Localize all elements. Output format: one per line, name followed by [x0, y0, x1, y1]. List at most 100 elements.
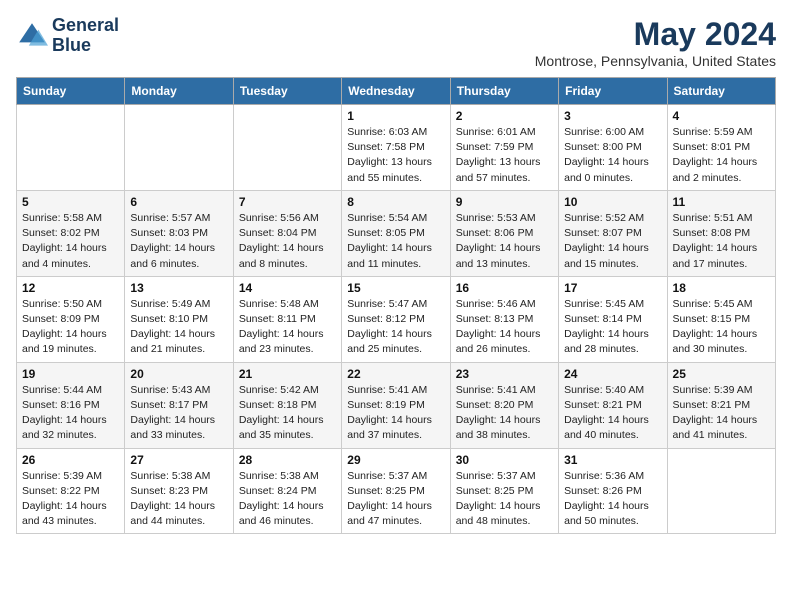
calendar-header-cell: Saturday: [667, 78, 775, 105]
day-info: Sunrise: 5:53 AMSunset: 8:06 PMDaylight:…: [456, 211, 553, 272]
day-info: Sunrise: 5:36 AMSunset: 8:26 PMDaylight:…: [564, 469, 661, 530]
calendar-cell: 28 Sunrise: 5:38 AMSunset: 8:24 PMDayligh…: [233, 448, 341, 534]
logo-text: General Blue: [52, 16, 119, 56]
day-number: 1: [347, 109, 444, 123]
day-info: Sunrise: 5:39 AMSunset: 8:21 PMDaylight:…: [673, 383, 770, 444]
day-info: Sunrise: 5:41 AMSunset: 8:20 PMDaylight:…: [456, 383, 553, 444]
calendar-cell: 19Sunrise: 5:44 AMSunset: 8:16 PMDayligh…: [17, 362, 125, 448]
day-info: Sunrise: 6:01 AMSunset: 7:59 PMDaylight:…: [456, 125, 553, 186]
day-number: 19: [22, 367, 119, 381]
day-info: Sunrise: 5:38 AMSunset: 8:23 PMDaylight:…: [130, 469, 227, 530]
day-number: 29: [347, 453, 444, 467]
calendar-header-cell: Wednesday: [342, 78, 450, 105]
day-info: Sunrise: 5:48 AMSunset: 8:11 PMDaylight:…: [239, 297, 336, 358]
day-number: 21: [239, 367, 336, 381]
day-number: 7: [239, 195, 336, 209]
day-info: Sunrise: 5:39 AMSunset: 8:22 PMDaylight:…: [22, 469, 119, 530]
calendar-cell: 4Sunrise: 5:59 AMSunset: 8:01 PMDaylight…: [667, 105, 775, 191]
calendar-week-row: 26 Sunrise: 5:39 AMSunset: 8:22 PMDayligh…: [17, 448, 776, 534]
day-info: Sunrise: 5:43 AMSunset: 8:17 PMDaylight:…: [130, 383, 227, 444]
calendar-body: 1 Sunrise: 6:03 AMSunset: 7:58 PMDaylight…: [17, 105, 776, 534]
title-block: May 2024 Montrose, Pennsylvania, United …: [535, 16, 776, 69]
calendar-cell: 18 Sunrise: 5:45 AMSunset: 8:15 PMDayligh…: [667, 276, 775, 362]
calendar-cell: 31 Sunrise: 5:36 AMSunset: 8:26 PMDayligh…: [559, 448, 667, 534]
calendar-cell: 16 Sunrise: 5:46 AMSunset: 8:13 PMDayligh…: [450, 276, 558, 362]
calendar-cell: 6 Sunrise: 5:57 AMSunset: 8:03 PMDaylight…: [125, 190, 233, 276]
day-number: 14: [239, 281, 336, 295]
calendar-cell: 8 Sunrise: 5:54 AMSunset: 8:05 PMDaylight…: [342, 190, 450, 276]
calendar-week-row: 5 Sunrise: 5:58 AMSunset: 8:02 PMDaylight…: [17, 190, 776, 276]
calendar-cell: [17, 105, 125, 191]
day-info: Sunrise: 5:46 AMSunset: 8:13 PMDaylight:…: [456, 297, 553, 358]
day-number: 20: [130, 367, 227, 381]
calendar-cell: 25 Sunrise: 5:39 AMSunset: 8:21 PMDayligh…: [667, 362, 775, 448]
day-number: 31: [564, 453, 661, 467]
calendar-cell: [233, 105, 341, 191]
day-info: Sunrise: 5:45 AMSunset: 8:14 PMDaylight:…: [564, 297, 661, 358]
day-info: Sunrise: 5:56 AMSunset: 8:04 PMDaylight:…: [239, 211, 336, 272]
day-number: 23: [456, 367, 553, 381]
day-number: 12: [22, 281, 119, 295]
day-info: Sunrise: 5:37 AMSunset: 8:25 PMDaylight:…: [456, 469, 553, 530]
day-number: 15: [347, 281, 444, 295]
day-number: 6: [130, 195, 227, 209]
day-number: 28: [239, 453, 336, 467]
day-info: Sunrise: 5:54 AMSunset: 8:05 PMDaylight:…: [347, 211, 444, 272]
day-number: 18: [673, 281, 770, 295]
day-info: Sunrise: 6:03 AMSunset: 7:58 PMDaylight:…: [347, 125, 444, 186]
day-info: Sunrise: 5:57 AMSunset: 8:03 PMDaylight:…: [130, 211, 227, 272]
day-info: Sunrise: 5:50 AMSunset: 8:09 PMDaylight:…: [22, 297, 119, 358]
day-info: Sunrise: 5:38 AMSunset: 8:24 PMDaylight:…: [239, 469, 336, 530]
day-number: 30: [456, 453, 553, 467]
day-info: Sunrise: 5:45 AMSunset: 8:15 PMDaylight:…: [673, 297, 770, 358]
day-number: 17: [564, 281, 661, 295]
day-info: Sunrise: 5:47 AMSunset: 8:12 PMDaylight:…: [347, 297, 444, 358]
day-number: 10: [564, 195, 661, 209]
day-number: 13: [130, 281, 227, 295]
calendar-header-cell: Tuesday: [233, 78, 341, 105]
calendar-cell: 13 Sunrise: 5:49 AMSunset: 8:10 PMDayligh…: [125, 276, 233, 362]
day-number: 11: [673, 195, 770, 209]
day-number: 5: [22, 195, 119, 209]
calendar-cell: 10Sunrise: 5:52 AMSunset: 8:07 PMDayligh…: [559, 190, 667, 276]
calendar-cell: 2Sunrise: 6:01 AMSunset: 7:59 PMDaylight…: [450, 105, 558, 191]
calendar-cell: 30 Sunrise: 5:37 AMSunset: 8:25 PMDayligh…: [450, 448, 558, 534]
day-number: 22: [347, 367, 444, 381]
day-number: 8: [347, 195, 444, 209]
calendar-cell: 27 Sunrise: 5:38 AMSunset: 8:23 PMDayligh…: [125, 448, 233, 534]
day-info: Sunrise: 5:51 AMSunset: 8:08 PMDaylight:…: [673, 211, 770, 272]
calendar-cell: [125, 105, 233, 191]
month-title: May 2024: [535, 16, 776, 53]
calendar-week-row: 1 Sunrise: 6:03 AMSunset: 7:58 PMDaylight…: [17, 105, 776, 191]
day-number: 25: [673, 367, 770, 381]
day-number: 16: [456, 281, 553, 295]
day-number: 24: [564, 367, 661, 381]
calendar-cell: 23 Sunrise: 5:41 AMSunset: 8:20 PMDayligh…: [450, 362, 558, 448]
calendar-cell: 3 Sunrise: 6:00 AMSunset: 8:00 PMDaylight…: [559, 105, 667, 191]
calendar-cell: 7 Sunrise: 5:56 AMSunset: 8:04 PMDaylight…: [233, 190, 341, 276]
calendar-cell: 5 Sunrise: 5:58 AMSunset: 8:02 PMDaylight…: [17, 190, 125, 276]
day-info: Sunrise: 5:49 AMSunset: 8:10 PMDaylight:…: [130, 297, 227, 358]
calendar-header-cell: Sunday: [17, 78, 125, 105]
calendar-cell: 17 Sunrise: 5:45 AMSunset: 8:14 PMDayligh…: [559, 276, 667, 362]
calendar-cell: 22 Sunrise: 5:41 AMSunset: 8:19 PMDayligh…: [342, 362, 450, 448]
day-info: Sunrise: 6:00 AMSunset: 8:00 PMDaylight:…: [564, 125, 661, 186]
calendar-cell: 14 Sunrise: 5:48 AMSunset: 8:11 PMDayligh…: [233, 276, 341, 362]
day-info: Sunrise: 5:58 AMSunset: 8:02 PMDaylight:…: [22, 211, 119, 272]
page-header: General Blue May 2024 Montrose, Pennsylv…: [16, 16, 776, 69]
day-info: Sunrise: 5:59 AMSunset: 8:01 PMDaylight:…: [673, 125, 770, 186]
day-number: 3: [564, 109, 661, 123]
logo: General Blue: [16, 16, 119, 56]
calendar-table: SundayMondayTuesdayWednesdayThursdayFrid…: [16, 77, 776, 534]
day-info: Sunrise: 5:42 AMSunset: 8:18 PMDaylight:…: [239, 383, 336, 444]
calendar-cell: 21 Sunrise: 5:42 AMSunset: 8:18 PMDayligh…: [233, 362, 341, 448]
day-number: 27: [130, 453, 227, 467]
calendar-header-cell: Friday: [559, 78, 667, 105]
day-info: Sunrise: 5:40 AMSunset: 8:21 PMDaylight:…: [564, 383, 661, 444]
location: Montrose, Pennsylvania, United States: [535, 53, 776, 69]
day-info: Sunrise: 5:41 AMSunset: 8:19 PMDaylight:…: [347, 383, 444, 444]
day-info: Sunrise: 5:37 AMSunset: 8:25 PMDaylight:…: [347, 469, 444, 530]
day-number: 26: [22, 453, 119, 467]
calendar-cell: 1 Sunrise: 6:03 AMSunset: 7:58 PMDaylight…: [342, 105, 450, 191]
calendar-cell: 24 Sunrise: 5:40 AMSunset: 8:21 PMDayligh…: [559, 362, 667, 448]
